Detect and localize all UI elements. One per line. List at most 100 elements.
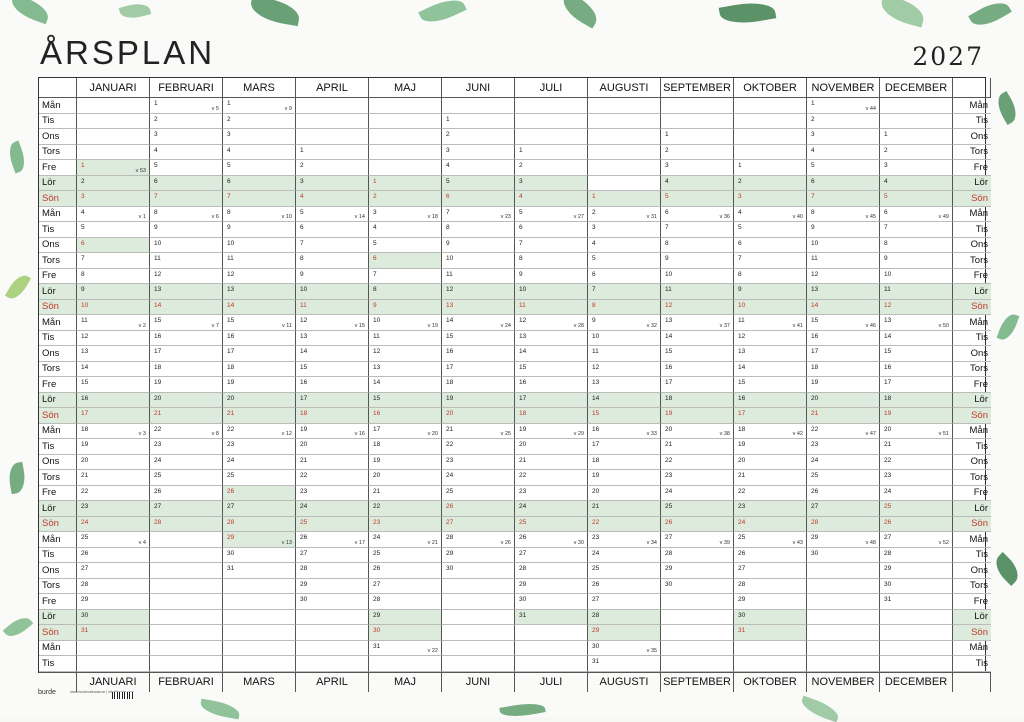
day-cell bbox=[150, 594, 223, 610]
day-cell bbox=[150, 578, 223, 594]
day-cell: 7 bbox=[734, 253, 807, 269]
day-number: 18 bbox=[665, 394, 673, 402]
day-number: 24 bbox=[446, 472, 454, 479]
day-number: 18 bbox=[519, 410, 527, 417]
day-cell: 27 v 39 bbox=[661, 532, 734, 548]
weekday-label: Tors bbox=[39, 361, 77, 377]
day-cell bbox=[442, 98, 515, 114]
day-cell: 1 bbox=[296, 144, 369, 160]
day-cell bbox=[442, 640, 515, 656]
day-cell: 1 bbox=[661, 129, 734, 145]
day-cell bbox=[588, 98, 661, 114]
day-number: 12 bbox=[446, 286, 454, 293]
day-cell: 10 bbox=[442, 253, 515, 269]
day-cell bbox=[77, 113, 150, 129]
day-number: 3 bbox=[738, 193, 742, 200]
day-number: 7 bbox=[665, 224, 669, 231]
day-number: 29 bbox=[884, 565, 892, 572]
day-cell bbox=[296, 609, 369, 625]
day-number: 30 bbox=[373, 627, 381, 634]
month-footer: NOVEMBER bbox=[807, 671, 880, 692]
day-cell bbox=[661, 609, 734, 625]
day-number: 20 bbox=[81, 456, 89, 464]
leaf-decoration bbox=[996, 311, 1020, 343]
month-header: FEBRUARI bbox=[150, 78, 223, 98]
day-number: 5 bbox=[519, 208, 523, 216]
day-cell: 25 bbox=[369, 547, 442, 563]
weekday-label: Sön bbox=[39, 516, 77, 532]
day-number: 25 bbox=[227, 472, 235, 479]
day-cell bbox=[442, 625, 515, 641]
day-cell: 27 bbox=[515, 547, 588, 563]
day-number: 9 bbox=[300, 270, 304, 278]
brand-logo: burde bbox=[38, 689, 56, 696]
day-number: 18 bbox=[300, 410, 308, 417]
day-cell: 21 bbox=[369, 485, 442, 501]
day-cell: 29 v 13 bbox=[223, 532, 296, 548]
day-number: 17 bbox=[519, 394, 527, 402]
day-cell bbox=[223, 625, 296, 641]
day-number: 8 bbox=[373, 286, 377, 293]
weekday-label-right: Mån bbox=[953, 98, 991, 114]
weekday-label-right: Mån bbox=[953, 424, 991, 439]
day-number: 1 bbox=[373, 177, 377, 185]
day-number: 2 bbox=[446, 131, 450, 138]
day-number: 3 bbox=[81, 193, 85, 200]
day-number: 16 bbox=[811, 332, 819, 340]
day-number: 18 bbox=[811, 363, 819, 371]
day-cell: 24 v 21 bbox=[369, 532, 442, 548]
day-cell bbox=[77, 129, 150, 145]
day-number: 11 bbox=[811, 255, 818, 262]
day-number: 2 bbox=[300, 162, 304, 169]
day-cell bbox=[150, 563, 223, 579]
day-number: 12 bbox=[227, 270, 235, 278]
day-number: 22 bbox=[373, 503, 381, 510]
day-cell: 27 bbox=[807, 501, 880, 517]
weekday-label-right: Ons bbox=[953, 129, 991, 145]
day-number: 23 bbox=[154, 441, 162, 448]
day-cell: 2 bbox=[661, 144, 734, 160]
day-number: 24 bbox=[592, 549, 600, 557]
day-cell: 1 v 5 bbox=[150, 98, 223, 114]
day-number: 26 bbox=[300, 534, 308, 541]
day-number: 9 bbox=[373, 301, 377, 309]
day-number: 11 bbox=[446, 270, 453, 278]
weekday-label: Tis bbox=[39, 656, 77, 672]
day-cell: 24 bbox=[807, 454, 880, 470]
day-cell: 15 v 11 bbox=[223, 315, 296, 331]
weekday-label: Tors bbox=[39, 253, 77, 269]
day-number: 24 bbox=[884, 487, 892, 495]
day-number: 14 bbox=[373, 379, 381, 386]
day-number: 6 bbox=[373, 255, 377, 262]
day-number: 9 bbox=[154, 224, 158, 231]
day-cell bbox=[515, 113, 588, 129]
day-cell: 8 bbox=[296, 253, 369, 269]
month-footer: DECEMBER bbox=[880, 671, 953, 692]
day-number: 7 bbox=[373, 270, 377, 278]
day-cell: 7 bbox=[150, 191, 223, 207]
day-cell bbox=[150, 625, 223, 641]
week-number: v 5 bbox=[211, 105, 219, 112]
day-cell bbox=[880, 640, 953, 656]
day-cell: 2 bbox=[223, 113, 296, 129]
day-number: 27 bbox=[227, 503, 235, 510]
day-number: 17 bbox=[81, 410, 89, 417]
day-number: 17 bbox=[592, 441, 600, 448]
day-cell: 18 bbox=[369, 439, 442, 455]
day-number: 1 bbox=[811, 100, 815, 107]
day-cell: 19 bbox=[734, 439, 807, 455]
day-number: 16 bbox=[154, 332, 162, 340]
day-cell: 30 bbox=[77, 609, 150, 625]
day-cell: 20 bbox=[77, 454, 150, 470]
day-cell: 15 bbox=[369, 392, 442, 408]
day-cell: 2 bbox=[515, 160, 588, 176]
day-cell: 9 bbox=[515, 268, 588, 284]
day-cell: 22 bbox=[734, 485, 807, 501]
day-cell bbox=[734, 144, 807, 160]
day-cell: 18 bbox=[223, 361, 296, 377]
weekday-label-right: Lör bbox=[953, 392, 991, 408]
day-number: 19 bbox=[519, 425, 527, 433]
day-cell: 13 bbox=[77, 346, 150, 362]
week-number: v 49 bbox=[938, 214, 949, 220]
day-number: 4 bbox=[665, 177, 669, 185]
